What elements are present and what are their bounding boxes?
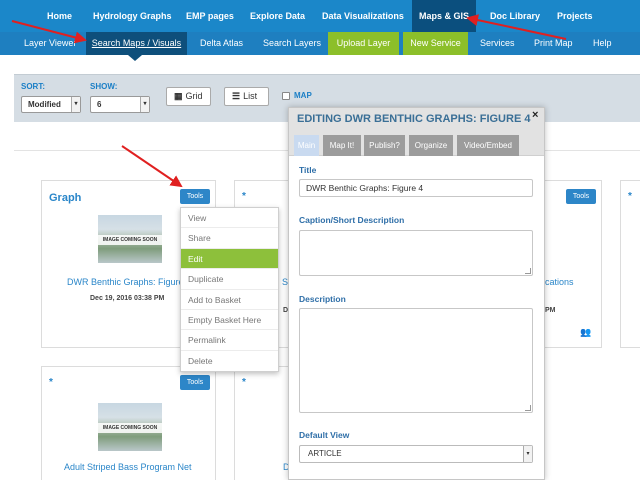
menu-item-share[interactable]: Share <box>181 228 278 249</box>
group-icon: 👥 <box>580 327 592 337</box>
list-label: List <box>243 91 258 101</box>
close-icon[interactable]: × <box>532 109 538 121</box>
favorite-star-icon[interactable]: * <box>242 191 246 202</box>
resize-grip-icon[interactable] <box>525 405 531 411</box>
tab-video-embed[interactable]: Video/Embed <box>457 135 519 156</box>
show-select[interactable]: 6 ▾ <box>90 96 150 113</box>
map-label: MAP <box>294 91 312 100</box>
nav-doc-library[interactable]: Doc Library <box>490 0 540 32</box>
result-card: Tools cations PM 👥 <box>540 180 602 348</box>
grid-view-button[interactable]: ▦ Grid <box>166 87 211 106</box>
subnav-upload-layer[interactable]: Upload Layer <box>328 32 399 55</box>
menu-item-duplicate[interactable]: Duplicate <box>181 269 278 290</box>
menu-item-permalink[interactable]: Permalink <box>181 330 278 351</box>
active-tab-caret <box>128 55 142 61</box>
result-card: * Tools IMAGE COMING SOON Adult Striped … <box>41 366 216 480</box>
default-view-value: ARTICLE <box>308 449 342 458</box>
tools-button[interactable]: Tools <box>566 189 596 204</box>
description-label: Description <box>299 294 346 304</box>
map-checkbox[interactable] <box>282 92 290 100</box>
sort-select-value: Modified <box>28 100 61 109</box>
description-textarea[interactable] <box>299 308 533 413</box>
list-icon: ☰ <box>232 91 241 101</box>
sort-label: SORT: <box>21 82 45 91</box>
chevron-down-icon: ▾ <box>140 97 149 112</box>
caption-label: Caption/Short Description <box>299 215 405 225</box>
card-title: Graph <box>49 192 82 204</box>
menu-item-view[interactable]: View <box>181 208 278 229</box>
card-thumbnail[interactable]: IMAGE COMING SOON <box>98 403 162 451</box>
tab-main[interactable]: Main <box>294 135 319 156</box>
subnav-layer-viewer[interactable]: Layer Viewer <box>24 32 76 55</box>
nav-maps-gis[interactable]: Maps & GIS <box>412 0 476 32</box>
tab-map-it[interactable]: Map It! <box>323 135 361 156</box>
result-card: * D <box>234 366 294 480</box>
subnav-services[interactable]: Services <box>480 32 515 55</box>
menu-item-empty-basket-here[interactable]: Empty Basket Here <box>181 310 278 331</box>
title-label: Title <box>299 165 317 175</box>
chevron-down-icon: ▾ <box>523 446 532 462</box>
default-view-label: Default View <box>299 430 350 440</box>
top-navigation: Home Hydrology Graphs EMP pages Explore … <box>0 0 640 32</box>
subnav-help[interactable]: Help <box>593 32 612 55</box>
nav-explore-data[interactable]: Explore Data <box>250 0 305 32</box>
grid-label: Grid <box>185 91 203 101</box>
nav-emp-pages[interactable]: EMP pages <box>186 0 234 32</box>
result-card: * <box>620 180 640 348</box>
subnav-delta-atlas[interactable]: Delta Atlas <box>200 32 243 55</box>
tools-dropdown-menu: View Share Edit Duplicate Add to Basket … <box>180 207 279 373</box>
favorite-star-icon[interactable]: * <box>49 377 53 388</box>
subnav-search-maps-visuals[interactable]: Search Maps / Visuals <box>86 32 187 55</box>
chevron-down-icon: ▾ <box>71 97 80 112</box>
dialog-header: EDITING DWR BENTHIC GRAPHS: FIGURE 4 × <box>289 108 544 130</box>
favorite-star-icon[interactable]: * <box>628 191 632 202</box>
menu-item-add-to-basket[interactable]: Add to Basket <box>181 290 278 310</box>
show-label: SHOW: <box>90 82 118 91</box>
default-view-select[interactable]: ARTICLE ▾ <box>299 445 533 463</box>
tab-publish[interactable]: Publish? <box>364 135 405 156</box>
nav-data-visualizations[interactable]: Data Visualizations <box>322 0 404 32</box>
subnav-search-layers[interactable]: Search Layers <box>263 32 321 55</box>
tab-organize[interactable]: Organize <box>409 135 453 156</box>
nav-projects[interactable]: Projects <box>557 0 593 32</box>
dialog-tabs: Main Map It! Publish? Organize Video/Emb… <box>289 130 544 156</box>
tools-button[interactable]: Tools <box>180 375 210 390</box>
tools-button[interactable]: Tools <box>180 189 210 204</box>
menu-item-edit[interactable]: Edit <box>181 248 278 270</box>
sort-select[interactable]: Modified ▾ <box>21 96 81 113</box>
favorite-star-icon[interactable]: * <box>242 377 246 388</box>
subnav-new-service[interactable]: New Service <box>403 32 468 55</box>
card-thumbnail[interactable]: IMAGE COMING SOON <box>98 215 162 263</box>
card-link[interactable]: cations <box>545 277 574 287</box>
card-link[interactable]: DWR Benthic Graphs: Figure <box>67 277 184 287</box>
show-select-value: 6 <box>97 100 102 109</box>
sub-navigation: Layer Viewer Search Maps / Visuals Delta… <box>0 32 640 55</box>
nav-home[interactable]: Home <box>47 0 72 32</box>
thumbnail-placeholder-text: IMAGE COMING SOON <box>98 235 162 245</box>
thumbnail-placeholder-text: IMAGE COMING SOON <box>98 423 162 433</box>
edit-dialog: EDITING DWR BENTHIC GRAPHS: FIGURE 4 × M… <box>288 107 545 480</box>
card-date: PM <box>545 307 556 314</box>
title-input[interactable]: DWR Benthic Graphs: Figure 4 <box>299 179 533 197</box>
card-link[interactable]: Adult Striped Bass Program Net <box>64 462 192 472</box>
menu-item-delete[interactable]: Delete <box>181 351 278 371</box>
caption-textarea[interactable] <box>299 230 533 276</box>
card-date: Dec 19, 2016 03:38 PM <box>90 295 165 302</box>
resize-grip-icon[interactable] <box>525 268 531 274</box>
grid-icon: ▦ <box>174 91 183 101</box>
nav-hydrology-graphs[interactable]: Hydrology Graphs <box>93 0 172 32</box>
subnav-print-map[interactable]: Print Map <box>534 32 573 55</box>
list-view-button[interactable]: ☰ List <box>224 87 269 106</box>
dialog-title: EDITING DWR BENTHIC GRAPHS: FIGURE 4 <box>297 113 531 125</box>
